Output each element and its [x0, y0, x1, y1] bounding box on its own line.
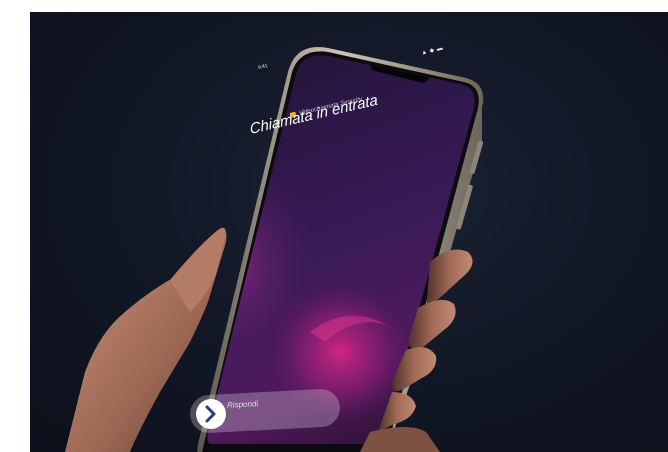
answer-knob[interactable] [196, 399, 226, 429]
answer-label[interactable]: Rispondi [227, 399, 259, 410]
photo [30, 12, 668, 452]
scene [65, 47, 484, 452]
